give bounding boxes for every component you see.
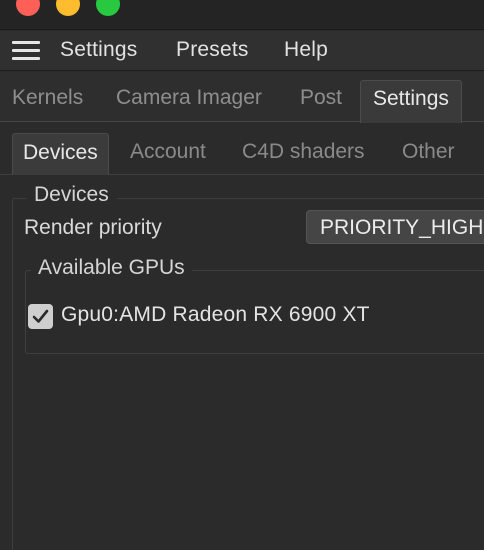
- subtab-c4d-shaders[interactable]: C4D shaders: [242, 140, 365, 164]
- main-tab-bar: Kernels Camera Imager Post Settings: [0, 72, 484, 123]
- hamburger-menu-icon[interactable]: [12, 41, 40, 61]
- menu-presets[interactable]: Presets: [176, 38, 249, 62]
- available-gpus-title: Available GPUs: [31, 256, 192, 280]
- subtab-account[interactable]: Account: [130, 140, 206, 164]
- subtab-other[interactable]: Other: [402, 140, 455, 164]
- app-window: Settings Presets Help Kernels Camera Ima…: [0, 0, 484, 550]
- devices-group-box: [12, 198, 484, 550]
- close-window-button[interactable]: [16, 0, 40, 16]
- gpu0-checkbox[interactable]: [28, 304, 53, 329]
- menu-bar: Settings Presets Help: [0, 31, 484, 71]
- tab-settings[interactable]: Settings: [360, 80, 462, 123]
- menu-help[interactable]: Help: [284, 38, 328, 62]
- gpu0-label: Gpu0:AMD Radeon RX 6900 XT: [61, 303, 370, 326]
- tab-kernels[interactable]: Kernels: [12, 86, 83, 110]
- devices-group-title: Devices: [26, 183, 117, 207]
- title-bar: [0, 0, 484, 30]
- checkmark-icon: [32, 309, 49, 323]
- render-priority-label: Render priority: [24, 216, 162, 239]
- render-priority-value: PRIORITY_HIGH: [320, 216, 484, 239]
- tab-camera-imager[interactable]: Camera Imager: [116, 86, 262, 110]
- devices-panel: Devices Render priority PRIORITY_HIGH Av…: [0, 176, 484, 550]
- menu-settings[interactable]: Settings: [60, 38, 137, 62]
- tab-post[interactable]: Post: [300, 86, 342, 110]
- sub-tab-bar: Devices Account C4D shaders Other: [0, 123, 484, 175]
- subtab-devices[interactable]: Devices: [12, 133, 109, 175]
- maximize-window-button[interactable]: [96, 0, 120, 16]
- render-priority-dropdown[interactable]: PRIORITY_HIGH: [306, 210, 484, 244]
- minimize-window-button[interactable]: [56, 0, 80, 16]
